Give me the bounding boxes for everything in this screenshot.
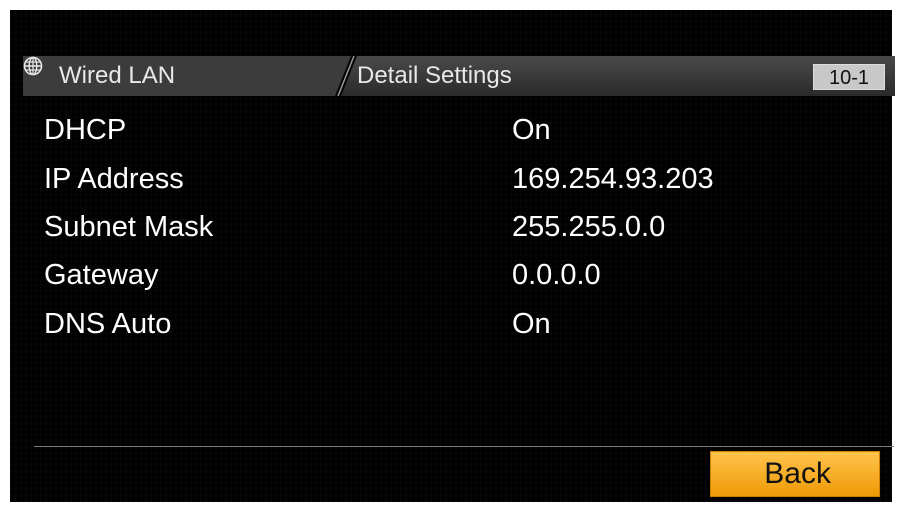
setting-label: IP Address: [44, 163, 184, 195]
setting-label: DNS Auto: [44, 308, 172, 340]
setting-label: DHCP: [44, 114, 127, 146]
menu-header: Wired LAN Detail Settings 10-1: [23, 56, 895, 96]
back-button[interactable]: Back: [710, 451, 880, 497]
setting-label: Gateway: [44, 259, 159, 291]
footer-divider: [34, 446, 894, 447]
menu-section-label: Wired LAN: [59, 62, 176, 89]
setting-value: 169.254.93.203: [512, 163, 714, 195]
setting-label: Subnet Mask: [44, 211, 214, 243]
setting-value: 255.255.0.0: [512, 211, 666, 243]
globe-icon: [23, 56, 43, 76]
setting-value: On: [512, 308, 551, 340]
page-number-badge: 10-1: [813, 64, 885, 90]
setting-value: 0.0.0.0: [512, 259, 601, 291]
setting-value: On: [512, 114, 551, 146]
page-title: Detail Settings: [357, 62, 512, 89]
